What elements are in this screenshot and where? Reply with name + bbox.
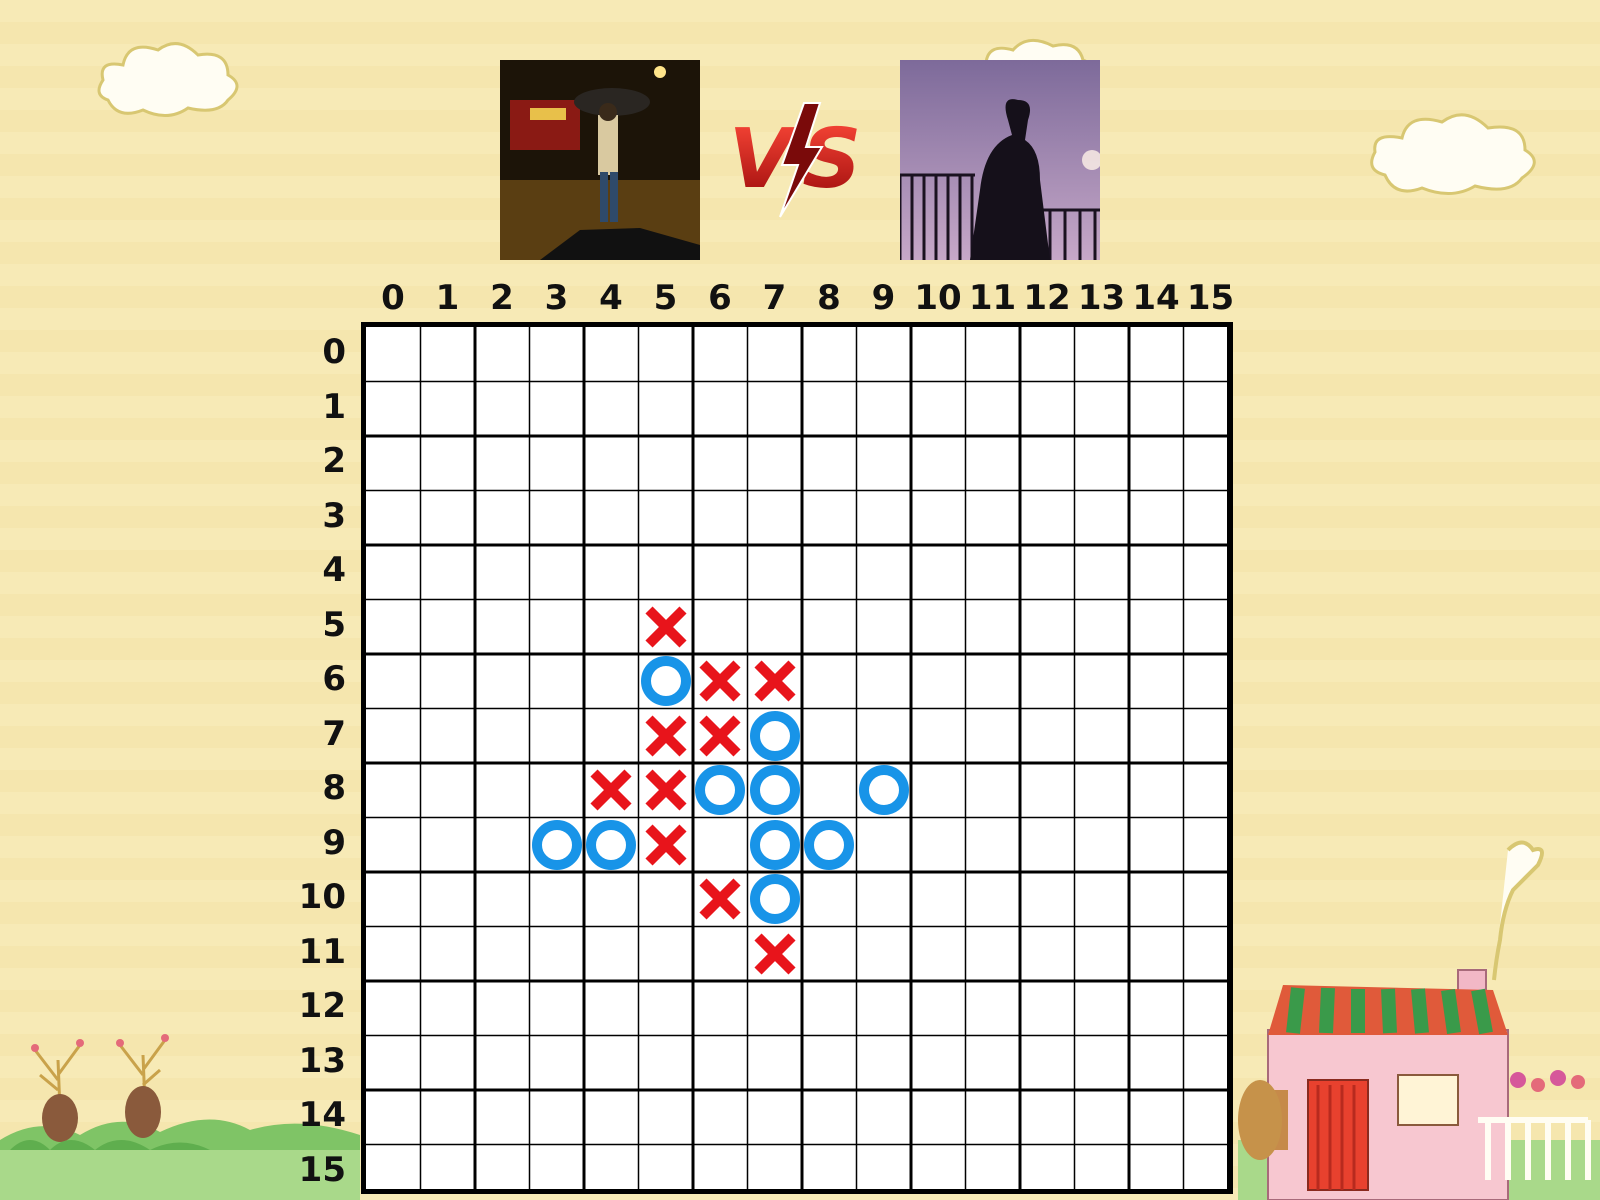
row-label: 9: [322, 822, 346, 863]
column-label: 14: [1132, 278, 1180, 318]
player2-avatar: [900, 60, 1100, 260]
column-label: 4: [599, 278, 623, 318]
x-piece: [584, 763, 638, 817]
o-piece: [530, 818, 584, 872]
row-label: 8: [322, 768, 346, 808]
row-label: 14: [298, 1095, 346, 1135]
row-label: 6: [322, 659, 346, 699]
o-piece: [748, 818, 802, 872]
cloud-decoration: [1370, 113, 1536, 195]
row-label: 2: [322, 441, 346, 481]
column-label: 6: [708, 278, 732, 318]
column-label: 8: [817, 278, 841, 318]
o-piece: [639, 654, 693, 708]
column-label: 1: [435, 278, 460, 318]
player1-avatar: [500, 60, 700, 260]
x-piece: [639, 600, 693, 654]
row-label: 4: [322, 550, 346, 590]
house-decoration: [1238, 840, 1600, 1200]
x-piece: [639, 818, 693, 872]
row-label: 5: [322, 604, 346, 645]
column-label: 2: [490, 278, 514, 318]
row-label: 12: [298, 986, 346, 1026]
column-label: 12: [1023, 278, 1071, 318]
o-piece: [584, 818, 638, 872]
column-label: 0: [381, 278, 405, 318]
column-label: 15: [1186, 278, 1235, 318]
x-piece: [748, 927, 802, 981]
column-label: 10: [914, 278, 962, 318]
column-label: 3: [544, 278, 569, 318]
o-piece: [748, 709, 802, 763]
row-label: 10: [298, 877, 346, 917]
x-piece: [693, 709, 747, 763]
column-label: 7: [762, 278, 787, 318]
row-label: 15: [298, 1149, 346, 1190]
x-piece: [693, 654, 747, 708]
x-piece: [693, 872, 747, 926]
o-piece: [748, 872, 802, 926]
x-piece: [639, 709, 693, 763]
x-piece: [748, 654, 802, 708]
row-label: 3: [322, 495, 346, 536]
o-piece: [802, 818, 856, 872]
row-label: 7: [322, 713, 346, 754]
row-label: 13: [298, 1040, 346, 1081]
cloud-decoration: [97, 42, 239, 117]
column-label: 13: [1077, 278, 1126, 318]
o-piece: [857, 763, 911, 817]
o-piece: [748, 763, 802, 817]
o-piece: [693, 763, 747, 817]
row-label: 1: [322, 386, 346, 427]
column-label: 11: [968, 278, 1017, 318]
x-piece: [639, 763, 693, 817]
column-label: 9: [871, 278, 896, 318]
vs-logo: VS: [729, 102, 861, 218]
column-label: 5: [653, 278, 678, 318]
row-label: 0: [322, 332, 346, 372]
row-label: 11: [298, 931, 346, 972]
